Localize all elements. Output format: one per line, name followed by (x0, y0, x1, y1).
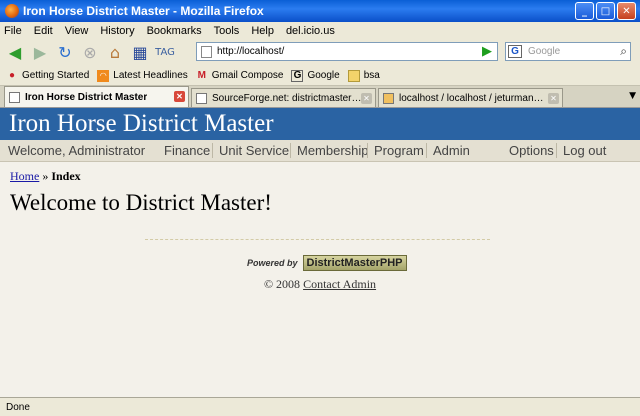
bookmark-google[interactable]: G Google (291, 69, 340, 82)
minimize-button[interactable]: _ (575, 2, 594, 20)
stop-icon[interactable]: ⊗ (79, 42, 101, 64)
nav-logout[interactable]: Log out (556, 143, 612, 158)
url-bar[interactable]: http://localhost/ (196, 42, 498, 61)
bookmark-latest-headlines[interactable]: ◠ Latest Headlines (97, 69, 188, 82)
tab-sourceforge[interactable]: SourceForge.net: districtmaster Proje...… (191, 88, 376, 107)
menu-file[interactable]: File (4, 25, 22, 37)
welcome-text: Welcome, Administrator (8, 143, 146, 158)
go-icon[interactable]: ▶ (482, 44, 492, 59)
menu-delicious[interactable]: del.icio.us (286, 25, 335, 37)
breadcrumb: Home » Index (10, 169, 81, 184)
page-content: Iron Horse District Master Welcome, Admi… (0, 107, 640, 397)
firefox-bookmark-icon: ● (8, 70, 16, 81)
maximize-button[interactable]: □ (596, 2, 615, 20)
back-icon[interactable]: ◀ (4, 42, 26, 64)
districtmasterphp-badge[interactable]: DistrictMasterPHP (302, 255, 407, 271)
breadcrumb-home-link[interactable]: Home (10, 169, 39, 183)
search-input[interactable]: G Google ⌕ (505, 42, 631, 61)
tab-favicon (9, 91, 20, 103)
nav-finance[interactable]: Finance (158, 143, 216, 158)
close-button[interactable]: ✕ (617, 2, 636, 20)
breadcrumb-separator: » (42, 169, 49, 183)
url-text: http://localhost/ (217, 46, 285, 57)
nav-membership[interactable]: Membership (290, 143, 375, 158)
menu-tools[interactable]: Tools (214, 25, 240, 37)
status-text: Done (6, 401, 30, 413)
tab-strip: Iron Horse District Master ✕ SourceForge… (0, 86, 640, 107)
folder-icon (347, 69, 360, 82)
firefox-icon (5, 4, 19, 18)
phpmyadmin-icon (383, 92, 394, 104)
bookmark-bsa[interactable]: bsa (347, 69, 380, 82)
search-placeholder: Google (528, 46, 561, 57)
tab-iron-horse[interactable]: Iron Horse District Master ✕ (4, 86, 189, 107)
menu-help[interactable]: Help (251, 25, 274, 37)
nav-program[interactable]: Program (367, 143, 430, 158)
site-nav: Welcome, Administrator Finance Unit Serv… (0, 140, 640, 162)
tab-favicon (196, 92, 207, 104)
page-title: Welcome to District Master! (10, 190, 272, 215)
google-search-icon[interactable]: G (508, 45, 522, 58)
tab-close-icon[interactable]: ✕ (361, 93, 372, 104)
menu-bar: File Edit View History Bookmarks Tools H… (0, 22, 640, 39)
page-icon (201, 46, 212, 58)
nav-unit-service[interactable]: Unit Service (212, 143, 295, 158)
footer: © 2008 Contact Admin (0, 277, 640, 292)
gmail-icon: M (197, 70, 206, 81)
bookmark-page-icon[interactable]: ▦ (129, 42, 151, 64)
tab-phpmyadmin[interactable]: localhost / localhost / jeturman_distric… (378, 88, 563, 107)
bookmark-gmail-compose[interactable]: M Gmail Compose (196, 70, 284, 82)
reload-icon[interactable]: ↻ (54, 42, 76, 64)
copyright-text: © 2008 (263, 277, 301, 291)
powered-by-text: Powered by (247, 258, 298, 268)
menu-view[interactable]: View (65, 25, 89, 37)
bookmark-getting-started[interactable]: ● Getting Started (6, 70, 89, 82)
site-title: Iron Horse District Master (0, 108, 640, 140)
tab-list-icon[interactable]: ▼ (629, 91, 636, 101)
menu-edit[interactable]: Edit (34, 25, 53, 37)
tag-icon[interactable]: TAG (154, 42, 176, 64)
breadcrumb-current: Index (51, 169, 81, 183)
navigation-toolbar: ◀ ▶ ↻ ⊗ ⌂ ▦ TAG http://localhost/ ▶ G Go… (0, 39, 640, 66)
tab-close-icon[interactable]: ✕ (548, 93, 559, 104)
forward-icon[interactable]: ▶ (29, 42, 51, 64)
menu-history[interactable]: History (100, 25, 134, 37)
bookmarks-toolbar: ● Getting Started ◠ Latest Headlines M G… (0, 66, 640, 86)
search-icon[interactable]: ⌕ (620, 44, 627, 59)
home-icon[interactable]: ⌂ (104, 42, 126, 64)
tab-close-icon[interactable]: ✕ (174, 91, 185, 102)
nav-admin[interactable]: Admin (426, 143, 476, 158)
title-bar: Iron Horse District Master - Mozilla Fir… (0, 0, 640, 22)
window-title: Iron Horse District Master - Mozilla Fir… (23, 4, 264, 18)
rss-icon: ◠ (97, 69, 110, 82)
google-icon: G (291, 69, 304, 82)
status-bar: Done (0, 397, 640, 416)
contact-admin-link[interactable]: Contact Admin (303, 277, 376, 291)
menu-bookmarks[interactable]: Bookmarks (147, 25, 202, 37)
divider (145, 239, 490, 240)
nav-options[interactable]: Options (503, 143, 560, 158)
powered-by: Powered by DistrictMasterPHP (247, 255, 407, 271)
